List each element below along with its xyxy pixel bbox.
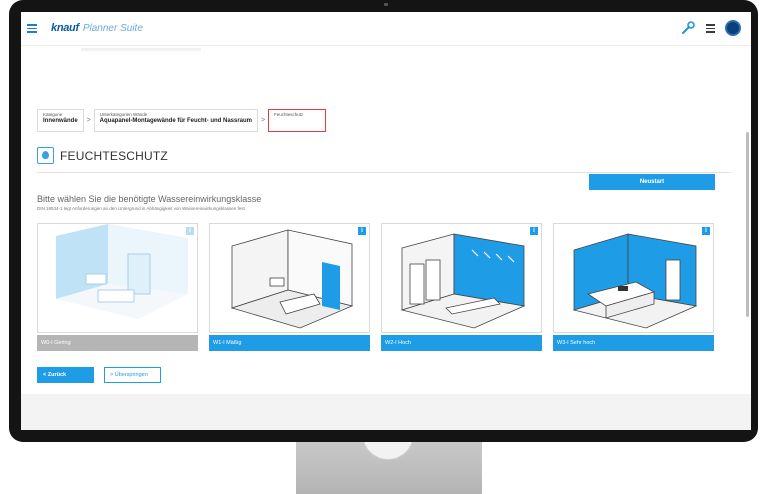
skip-button[interactable]: > Überspringen bbox=[104, 367, 161, 383]
card-image[interactable]: i bbox=[209, 223, 370, 333]
header-subline bbox=[81, 48, 201, 51]
breadcrumb-label: Feuchteschutz bbox=[274, 112, 304, 117]
moisture-icon bbox=[37, 147, 54, 164]
chevron-right-icon: > bbox=[86, 117, 91, 124]
breadcrumb-label: Kategorie bbox=[43, 112, 63, 117]
scene: knauf Planner Suite Kategorie Innenwände… bbox=[0, 0, 761, 494]
breadcrumb: Kategorie Innenwände > Unterkategorien W… bbox=[37, 109, 327, 132]
card-w2-hoch[interactable]: i W2-I Hoch bbox=[381, 223, 542, 351]
bathroom-illustration bbox=[230, 229, 354, 329]
menu-icon[interactable] bbox=[706, 24, 715, 33]
card-image[interactable]: i bbox=[381, 223, 542, 333]
chevron-right-icon: > bbox=[260, 117, 266, 124]
card-label[interactable]: W3-I Sehr hoch bbox=[553, 335, 714, 351]
card-label[interactable]: W1-I Mäßig bbox=[209, 335, 370, 351]
exposure-class-cards: i W0-I Gering i W1-I Mäßig i W2-I Hoch i… bbox=[37, 223, 714, 351]
card-w1-maessig[interactable]: i W1-I Mäßig bbox=[209, 223, 370, 351]
section-header: FEUCHTESCHUTZ bbox=[37, 147, 168, 164]
breadcrumb-item-subcategory[interactable]: Unterkategorien Wände Aquapanel-Montagew… bbox=[93, 109, 259, 132]
info-icon[interactable]: i bbox=[186, 227, 194, 235]
breadcrumb-value: Innenwände bbox=[43, 118, 78, 124]
question-text: Bitte wählen Sie die benötigte Wasserein… bbox=[37, 194, 262, 204]
info-icon[interactable]: i bbox=[358, 227, 366, 235]
breadcrumb-item-category[interactable]: Kategorie Innenwände bbox=[37, 109, 84, 132]
breadcrumb-label: Unterkategorien Wände bbox=[99, 112, 148, 117]
info-icon[interactable]: i bbox=[530, 227, 538, 235]
hint-text: DIN 18534-1 legt Anforderungen an den Un… bbox=[37, 206, 245, 211]
card-image[interactable]: i bbox=[553, 223, 714, 333]
commercial-kitchen-illustration bbox=[572, 233, 698, 329]
brand-logo: knauf bbox=[51, 22, 79, 34]
header-actions bbox=[680, 20, 741, 36]
info-icon[interactable]: i bbox=[702, 227, 710, 235]
divider bbox=[37, 172, 731, 173]
card-label[interactable]: W2-I Hoch bbox=[381, 335, 542, 351]
avatar[interactable] bbox=[725, 20, 741, 36]
footer bbox=[21, 394, 751, 430]
breadcrumb-value: Aquapanel-Montagewände für Feucht- und N… bbox=[99, 118, 253, 124]
app-screen: knauf Planner Suite Kategorie Innenwände… bbox=[21, 12, 751, 430]
camera-dot bbox=[384, 3, 388, 6]
breadcrumb-item-moisture[interactable]: Feuchteschutz bbox=[268, 109, 327, 132]
card-w3-sehr-hoch[interactable]: i W3-I Sehr hoch bbox=[553, 223, 714, 351]
app-header: knauf Planner Suite bbox=[21, 12, 751, 46]
card-image: i bbox=[37, 223, 198, 333]
hamburger-menu-icon[interactable] bbox=[27, 24, 37, 33]
shower-room-illustration bbox=[400, 233, 526, 329]
card-label[interactable]: W0-I Gering bbox=[37, 335, 198, 351]
bathroom-light-illustration bbox=[56, 224, 188, 319]
brand-suite: Planner Suite bbox=[82, 23, 143, 34]
card-w0-gering: i W0-I Gering bbox=[37, 223, 198, 351]
restart-button[interactable]: Neustart bbox=[589, 174, 715, 190]
wrench-icon[interactable] bbox=[680, 20, 696, 36]
scrollbar[interactable] bbox=[746, 132, 749, 317]
brand[interactable]: knauf Planner Suite bbox=[51, 22, 143, 34]
back-button[interactable]: < Zurück bbox=[37, 367, 94, 383]
section-title: FEUCHTESCHUTZ bbox=[60, 148, 168, 163]
